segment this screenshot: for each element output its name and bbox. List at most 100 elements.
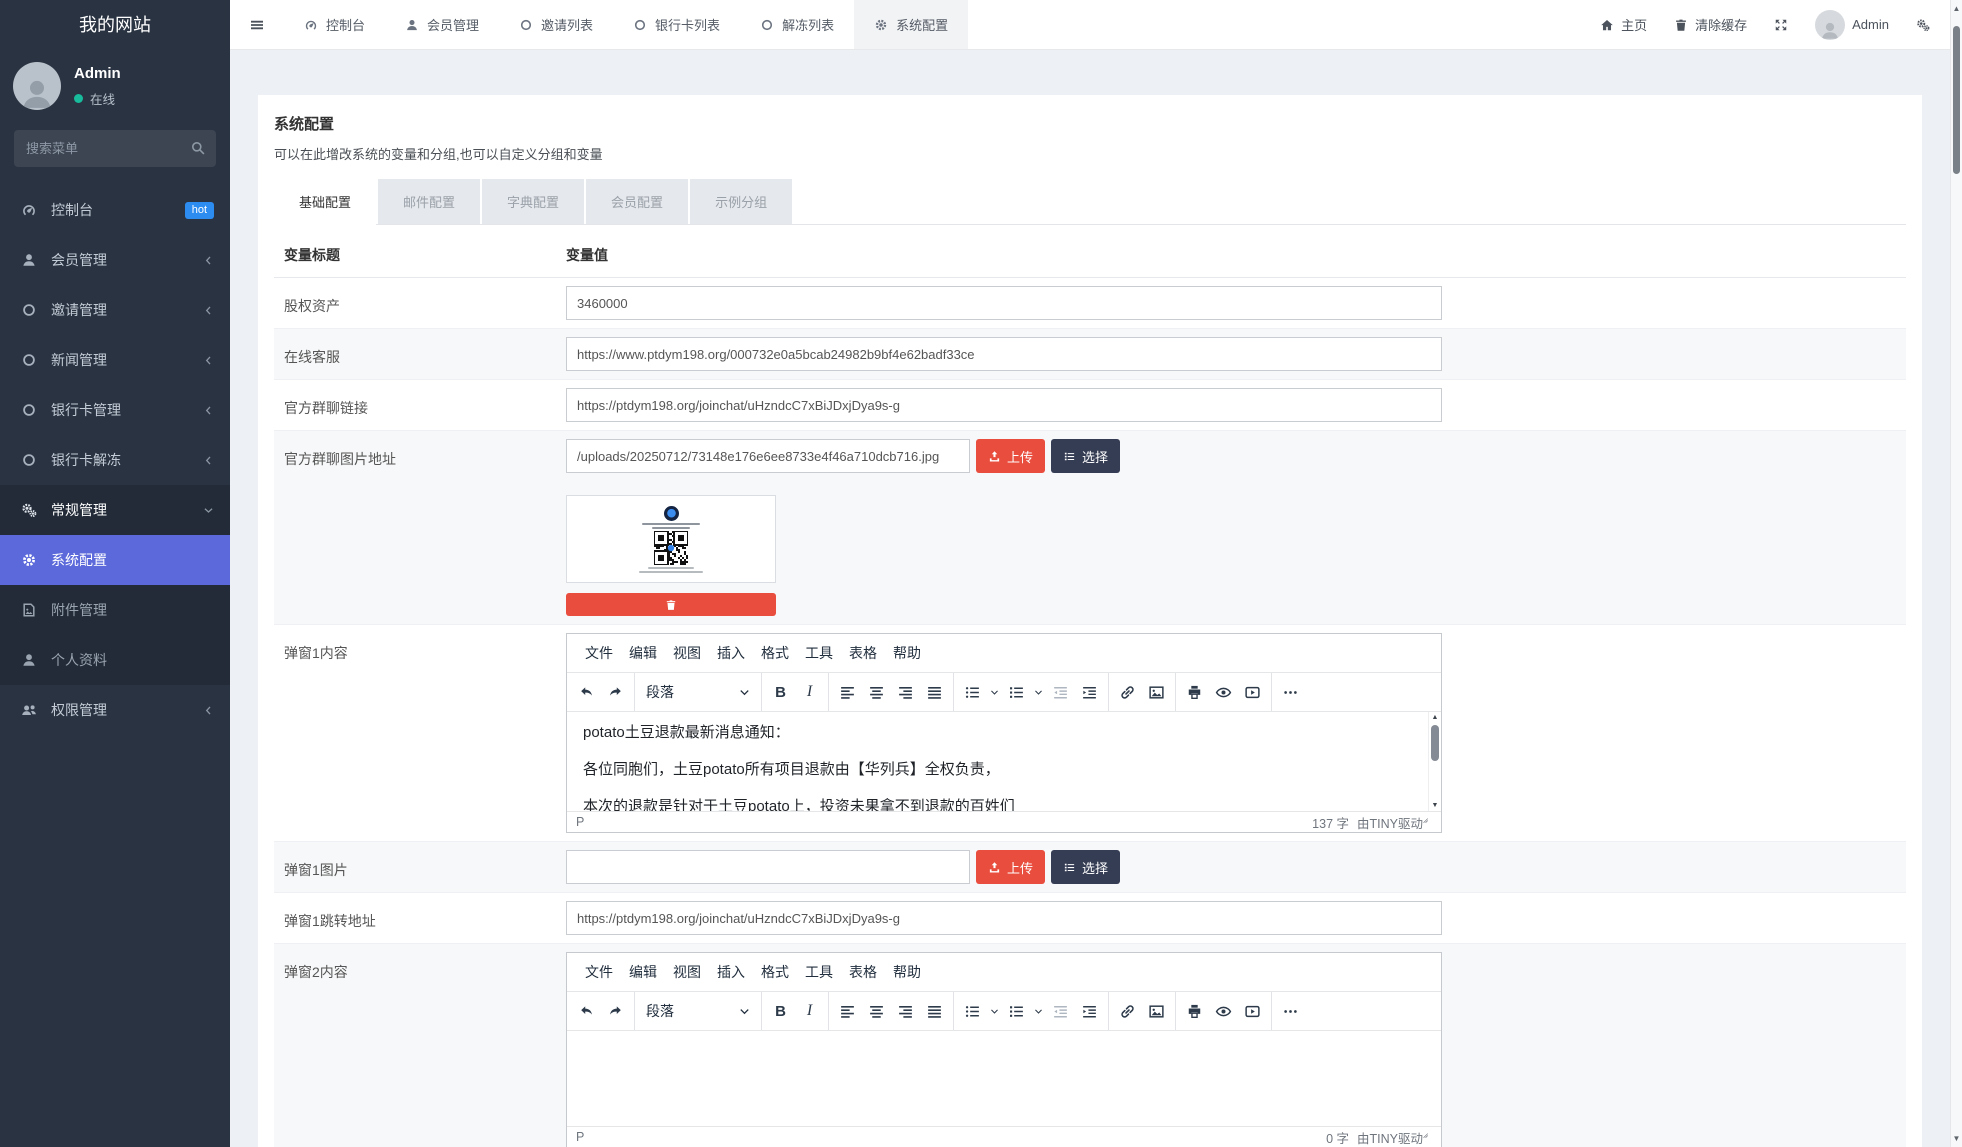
editor-menu-表格[interactable]: 表格 bbox=[841, 962, 885, 982]
media-button[interactable] bbox=[1238, 678, 1267, 707]
chevron-down-icon[interactable] bbox=[987, 678, 1002, 707]
config-value-input[interactable] bbox=[566, 286, 1442, 320]
italic-button[interactable]: I bbox=[795, 678, 824, 707]
align-right-button[interactable] bbox=[891, 678, 920, 707]
editor-menu-工具[interactable]: 工具 bbox=[797, 643, 841, 663]
resize-grip-icon[interactable] bbox=[1423, 818, 1432, 827]
bold-button[interactable]: B bbox=[766, 678, 795, 707]
topbar-tab-解冻列表[interactable]: 解冻列表 bbox=[740, 0, 854, 49]
choose-button[interactable]: 选择 bbox=[1051, 439, 1120, 473]
upload-button[interactable]: 上传 bbox=[976, 850, 1045, 884]
sidebar-item-config[interactable]: 系统配置 bbox=[0, 535, 230, 585]
topbar-tab-系统配置[interactable]: 系统配置 bbox=[854, 0, 968, 49]
undo-button[interactable] bbox=[572, 678, 601, 707]
sidebar-item-auth[interactable]: 权限管理 bbox=[0, 685, 230, 735]
editor-menu-视图[interactable]: 视图 bbox=[665, 962, 709, 982]
scrollbar-thumb[interactable] bbox=[1953, 26, 1960, 174]
chevron-down-icon[interactable] bbox=[1031, 997, 1046, 1026]
chevron-down-icon[interactable] bbox=[987, 997, 1002, 1026]
element-path[interactable]: P bbox=[576, 815, 1312, 829]
outdent-button[interactable] bbox=[1046, 997, 1075, 1026]
config-tab-会员配置[interactable]: 会员配置 bbox=[586, 179, 688, 224]
editor-menu-帮助[interactable]: 帮助 bbox=[885, 962, 929, 982]
editor-menu-视图[interactable]: 视图 bbox=[665, 643, 709, 663]
sidebar-item-dashboard[interactable]: 控制台hot bbox=[0, 185, 230, 235]
element-path[interactable]: P bbox=[576, 1130, 1326, 1144]
align-right-button[interactable] bbox=[891, 997, 920, 1026]
editor-menu-文件[interactable]: 文件 bbox=[577, 962, 621, 982]
sidebar-item-profile[interactable]: 个人资料 bbox=[0, 635, 230, 685]
gears-icon[interactable] bbox=[1916, 18, 1930, 32]
link-button[interactable] bbox=[1113, 997, 1142, 1026]
user-menu[interactable]: Admin bbox=[1815, 10, 1889, 40]
print-button[interactable] bbox=[1180, 997, 1209, 1026]
bold-button[interactable]: B bbox=[766, 997, 795, 1026]
fullscreen-icon[interactable] bbox=[1774, 18, 1788, 32]
sidebar-item-invites[interactable]: 邀请管理 bbox=[0, 285, 230, 335]
chevron-down-icon[interactable] bbox=[1031, 678, 1046, 707]
image-button[interactable] bbox=[1142, 997, 1171, 1026]
more-button[interactable] bbox=[1276, 678, 1305, 707]
scroll-up-arrow[interactable]: ▲ bbox=[1951, 4, 1962, 13]
window-scrollbar[interactable]: ▲ ▼ bbox=[1950, 0, 1962, 1147]
paragraph-select[interactable]: 段落 bbox=[639, 678, 757, 707]
image-path-input[interactable] bbox=[566, 439, 970, 473]
list-ol-button[interactable] bbox=[1002, 997, 1031, 1026]
sidebar-item-members[interactable]: 会员管理 bbox=[0, 235, 230, 285]
clear-cache-button[interactable]: 清除缓存 bbox=[1674, 15, 1747, 34]
preview-button[interactable] bbox=[1209, 678, 1238, 707]
scroll-down-arrow[interactable]: ▼ bbox=[1951, 1134, 1962, 1143]
more-button[interactable] bbox=[1276, 997, 1305, 1026]
indent-button[interactable] bbox=[1075, 678, 1104, 707]
editor-menu-编辑[interactable]: 编辑 bbox=[621, 962, 665, 982]
editor-menu-帮助[interactable]: 帮助 bbox=[885, 643, 929, 663]
list-ol-button[interactable] bbox=[1002, 678, 1031, 707]
delete-image-button[interactable] bbox=[566, 593, 776, 616]
redo-button[interactable] bbox=[601, 678, 630, 707]
config-tab-基础配置[interactable]: 基础配置 bbox=[274, 179, 376, 225]
home-link[interactable]: 主页 bbox=[1600, 15, 1647, 34]
editor-menu-工具[interactable]: 工具 bbox=[797, 962, 841, 982]
align-left-button[interactable] bbox=[833, 678, 862, 707]
image-preview[interactable] bbox=[566, 495, 776, 583]
sidebar-item-news[interactable]: 新闻管理 bbox=[0, 335, 230, 385]
config-value-input[interactable] bbox=[566, 388, 1442, 422]
sidebar-item-attachments[interactable]: 附件管理 bbox=[0, 585, 230, 635]
editor-menu-插入[interactable]: 插入 bbox=[709, 962, 753, 982]
redo-button[interactable] bbox=[601, 997, 630, 1026]
print-button[interactable] bbox=[1180, 678, 1209, 707]
italic-button[interactable]: I bbox=[795, 997, 824, 1026]
topbar-tab-会员管理[interactable]: 会员管理 bbox=[385, 0, 499, 49]
align-left-button[interactable] bbox=[833, 997, 862, 1026]
editor-content-area[interactable]: potato土豆退款最新消息通知：各位同胞们，土豆potato所有项目退款由【华… bbox=[567, 711, 1441, 811]
editor-menu-格式[interactable]: 格式 bbox=[753, 643, 797, 663]
topbar-tab-控制台[interactable]: 控制台 bbox=[284, 0, 385, 49]
editor-menu-编辑[interactable]: 编辑 bbox=[621, 643, 665, 663]
search-input[interactable] bbox=[14, 130, 216, 167]
outdent-button[interactable] bbox=[1046, 678, 1075, 707]
image-button[interactable] bbox=[1142, 678, 1171, 707]
align-center-button[interactable] bbox=[862, 997, 891, 1026]
config-value-input[interactable] bbox=[566, 337, 1442, 371]
align-center-button[interactable] bbox=[862, 678, 891, 707]
editor-menu-文件[interactable]: 文件 bbox=[577, 643, 621, 663]
resize-grip-icon[interactable] bbox=[1423, 1133, 1432, 1142]
image-path-input[interactable] bbox=[566, 850, 970, 884]
editor-menu-表格[interactable]: 表格 bbox=[841, 643, 885, 663]
config-tab-字典配置[interactable]: 字典配置 bbox=[482, 179, 584, 224]
upload-button[interactable]: 上传 bbox=[976, 439, 1045, 473]
editor-content-area[interactable] bbox=[567, 1030, 1441, 1126]
media-button[interactable] bbox=[1238, 997, 1267, 1026]
align-justify-button[interactable] bbox=[920, 678, 949, 707]
undo-button[interactable] bbox=[572, 997, 601, 1026]
link-button[interactable] bbox=[1113, 678, 1142, 707]
sidebar-item-bankcards[interactable]: 银行卡管理 bbox=[0, 385, 230, 435]
align-justify-button[interactable] bbox=[920, 997, 949, 1026]
config-tab-示例分组[interactable]: 示例分组 bbox=[690, 179, 792, 224]
sidebar-item-unfreeze[interactable]: 银行卡解冻 bbox=[0, 435, 230, 485]
choose-button[interactable]: 选择 bbox=[1051, 850, 1120, 884]
sidebar-item-general[interactable]: 常规管理 bbox=[0, 485, 230, 535]
list-ul-button[interactable] bbox=[958, 678, 987, 707]
config-value-input[interactable] bbox=[566, 901, 1442, 935]
config-tab-邮件配置[interactable]: 邮件配置 bbox=[378, 179, 480, 224]
